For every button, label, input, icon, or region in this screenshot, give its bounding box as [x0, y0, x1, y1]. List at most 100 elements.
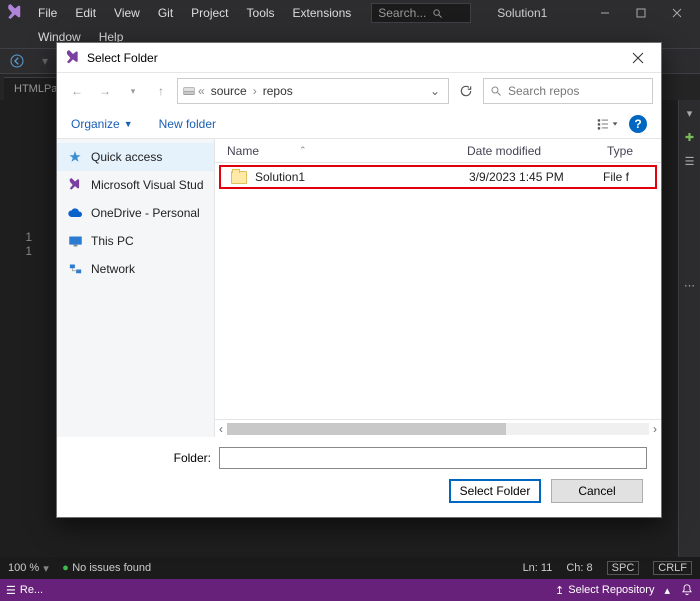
menu-tools[interactable]: Tools	[239, 2, 283, 24]
nav-back-button[interactable]: ←	[65, 79, 89, 103]
sidebar: Quick access Microsoft Visual Stud OneDr…	[57, 139, 215, 437]
nav-recent-icon[interactable]: ▾	[121, 79, 145, 103]
line-endings[interactable]: CRLF	[653, 561, 692, 575]
col-name[interactable]: Name	[227, 144, 259, 158]
caret-line: Ln: 11	[523, 562, 553, 574]
folder-icon	[231, 171, 247, 184]
dialog-nav: ← → ▾ ↑ « source › repos ⌄ Search repos	[57, 73, 661, 109]
window-controls	[588, 3, 694, 23]
sidebar-item-onedrive[interactable]: OneDrive - Personal	[57, 199, 214, 227]
select-folder-dialog: Select Folder ← → ▾ ↑ « source › repos ⌄…	[56, 42, 662, 518]
dialog-close-button[interactable]	[623, 46, 653, 70]
indent-mode[interactable]: SPC	[607, 561, 640, 575]
row-name: Solution1	[255, 170, 305, 184]
source-control-icon[interactable]: ↥	[555, 584, 564, 597]
rail-dropdown-icon[interactable]: ▾	[681, 104, 699, 122]
list-rows: Solution1 3/9/2023 1:45 PM File f	[215, 163, 661, 419]
horizontal-scrollbar[interactable]: ‹ ›	[215, 419, 661, 437]
sidebar-item-this-pc[interactable]: This PC	[57, 227, 214, 255]
organize-label: Organize	[71, 117, 120, 131]
list-row[interactable]: Solution1 3/9/2023 1:45 PM File f	[219, 165, 657, 189]
view-options-button[interactable]	[597, 117, 619, 131]
vs-logo-icon	[6, 4, 24, 22]
ready-text: Re...	[20, 584, 43, 596]
editor-gutter: 1 1	[0, 100, 40, 579]
menu-extensions[interactable]: Extensions	[285, 2, 360, 24]
breadcrumb-seg[interactable]: source	[207, 84, 251, 98]
vs-logo-icon	[67, 177, 83, 193]
gutter-line: 1	[0, 230, 32, 244]
right-rail: ▾ ✚ ☰ ⋯	[678, 100, 700, 579]
select-repo[interactable]: Select Repository	[568, 584, 654, 596]
organize-button[interactable]: Organize ▼	[71, 117, 133, 131]
select-folder-button[interactable]: Select Folder	[449, 479, 541, 503]
sidebar-item-quick-access[interactable]: Quick access	[57, 143, 214, 171]
rail-tool-icon[interactable]: ☰	[681, 152, 699, 170]
col-type[interactable]: Type	[601, 144, 661, 158]
menu-view[interactable]: View	[106, 2, 148, 24]
menu-project[interactable]: Project	[183, 2, 236, 24]
caret-char: Ch: 8	[566, 562, 592, 574]
vs-statusbar-top: 100 % ▾ ⦁ No issues found Ln: 11 Ch: 8 S…	[0, 557, 700, 579]
sidebar-item-network[interactable]: Network	[57, 255, 214, 283]
dialog-titlebar: Select Folder	[57, 43, 661, 73]
network-icon	[67, 261, 83, 277]
check-icon: ⦁	[63, 562, 69, 575]
folder-row: Folder:	[71, 447, 647, 469]
dialog-title: Select Folder	[87, 51, 158, 65]
bell-icon[interactable]	[680, 583, 694, 597]
nav-forward-icon[interactable]: ▾	[34, 50, 56, 72]
sidebar-item-label: OneDrive - Personal	[91, 206, 200, 220]
sidebar-item-label: Network	[91, 262, 135, 276]
minimize-button[interactable]	[588, 3, 622, 23]
zoom-dropdown-icon[interactable]: ▾	[43, 562, 49, 575]
nav-forward-button[interactable]: →	[93, 79, 117, 103]
cloud-icon	[67, 205, 83, 221]
sidebar-item-label: Quick access	[91, 150, 162, 164]
col-date[interactable]: Date modified	[467, 144, 601, 158]
rail-add-icon[interactable]: ✚	[681, 128, 699, 146]
menu-edit[interactable]: Edit	[67, 2, 104, 24]
repo-dropdown-icon[interactable]: ▴	[664, 584, 670, 597]
breadcrumb-dropdown-icon[interactable]: ⌄	[430, 84, 444, 98]
dialog-search-box[interactable]: Search repos	[483, 78, 653, 104]
scroll-thumb[interactable]	[227, 423, 506, 435]
breadcrumb-sep: «	[198, 84, 205, 98]
issues-text: No issues found	[72, 562, 151, 574]
row-type: File f	[603, 170, 655, 184]
sort-indicator-icon: ⌃	[299, 145, 307, 156]
maximize-button[interactable]	[624, 3, 658, 23]
menu-file[interactable]: File	[30, 2, 65, 24]
scroll-right-icon[interactable]: ›	[653, 422, 657, 436]
nav-up-button[interactable]: ↑	[149, 79, 173, 103]
scroll-left-icon[interactable]: ‹	[219, 422, 223, 436]
chevron-right-icon: ›	[253, 84, 257, 98]
cancel-button[interactable]: Cancel	[551, 479, 643, 503]
help-button[interactable]: ?	[629, 115, 647, 133]
close-button[interactable]	[660, 3, 694, 23]
scroll-track[interactable]	[227, 423, 649, 435]
row-date: 3/9/2023 1:45 PM	[469, 170, 603, 184]
issues-status[interactable]: ⦁ No issues found	[63, 562, 151, 575]
rail-tool2-icon[interactable]: ⋯	[681, 276, 699, 294]
output-icon[interactable]: ☰	[6, 584, 16, 597]
vs-menubar: File Edit View Git Project Tools Extensi…	[0, 0, 700, 26]
pc-icon	[67, 233, 83, 249]
menu-git[interactable]: Git	[150, 2, 181, 24]
breadcrumb-seg[interactable]: repos	[259, 84, 297, 98]
gutter-line: 1	[0, 244, 32, 258]
search-icon	[490, 85, 502, 97]
folder-input[interactable]	[219, 447, 647, 469]
star-icon	[67, 149, 83, 165]
vs-search-box[interactable]: Search...	[371, 3, 471, 23]
zoom-level[interactable]: 100 %	[8, 562, 39, 574]
sidebar-item-label: Microsoft Visual Stud	[91, 178, 204, 192]
vs-statusbars: 100 % ▾ ⦁ No issues found Ln: 11 Ch: 8 S…	[0, 557, 700, 601]
breadcrumb[interactable]: « source › repos ⌄	[177, 78, 449, 104]
new-folder-button[interactable]: New folder	[159, 117, 216, 131]
list-header: Name ⌃ Date modified Type	[215, 139, 661, 163]
nav-back-icon[interactable]	[6, 50, 28, 72]
refresh-button[interactable]	[453, 84, 479, 98]
sidebar-item-vs[interactable]: Microsoft Visual Stud	[57, 171, 214, 199]
button-row: Select Folder Cancel	[71, 479, 647, 503]
